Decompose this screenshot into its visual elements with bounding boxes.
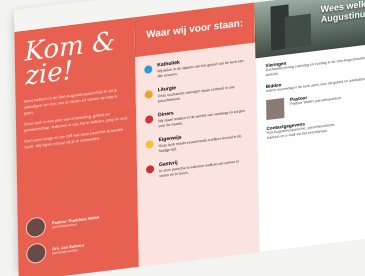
- value-item: Liturgie Onze eucharistie vieringen staa…: [144, 76, 248, 104]
- value-dot: [145, 114, 154, 124]
- value-item: Gastvrij In onze parochie is iedereen we…: [145, 151, 249, 179]
- signature-pastor: Pastoor Thaddeus Walsh parochiepastoor: [25, 210, 100, 239]
- church-photo: Wees welkom in de Sint-Augustinuskerk!: [254, 0, 365, 59]
- welcome-script-title: Kom & zie!: [24, 26, 116, 92]
- signature-worker: Drs. Jan Schreur pastoraal werker: [26, 237, 84, 265]
- value-dot: [144, 90, 153, 99]
- values-heading: Waar wij voor staan:: [134, 2, 256, 58]
- avatar: [26, 242, 47, 265]
- value-dot: [144, 65, 153, 75]
- value-dot: [145, 164, 155, 174]
- trifold-brochure: Kom & zie! Weet welkom in de Sint-August…: [14, 0, 365, 276]
- value-item: Katholiek Wij delen in de rijkdom van he…: [144, 51, 247, 79]
- pastor-photo: [266, 97, 285, 121]
- brochure-scene: Kom & zie! Weet welkom in de Sint-August…: [0, 0, 365, 276]
- value-item: Eigenwijs Onze kerk maakt eeuwenoude tra…: [145, 126, 249, 154]
- info-panel: Wees welkom in de Sint-Augustinuskerk! V…: [254, 0, 365, 253]
- welcome-panel: Kom & zie! Weet welkom in de Sint-August…: [14, 17, 139, 276]
- value-dot: [145, 139, 154, 149]
- info-section: Pastoor Pastoor Walsh, parochiepastoor: [290, 91, 341, 107]
- welcome-text: Weet welkom in de Sint-Augustinusparochi…: [24, 86, 129, 151]
- avatar: [25, 216, 47, 239]
- church-building-shape: [284, 13, 312, 49]
- values-panel: Waar wij voor staan: Katholiek Wij delen…: [134, 2, 259, 267]
- photo-title: Wees welkom in de Sint-Augustinuskerk!: [320, 0, 365, 25]
- value-item: Diners Wij staan midden in de wereld van…: [145, 101, 248, 129]
